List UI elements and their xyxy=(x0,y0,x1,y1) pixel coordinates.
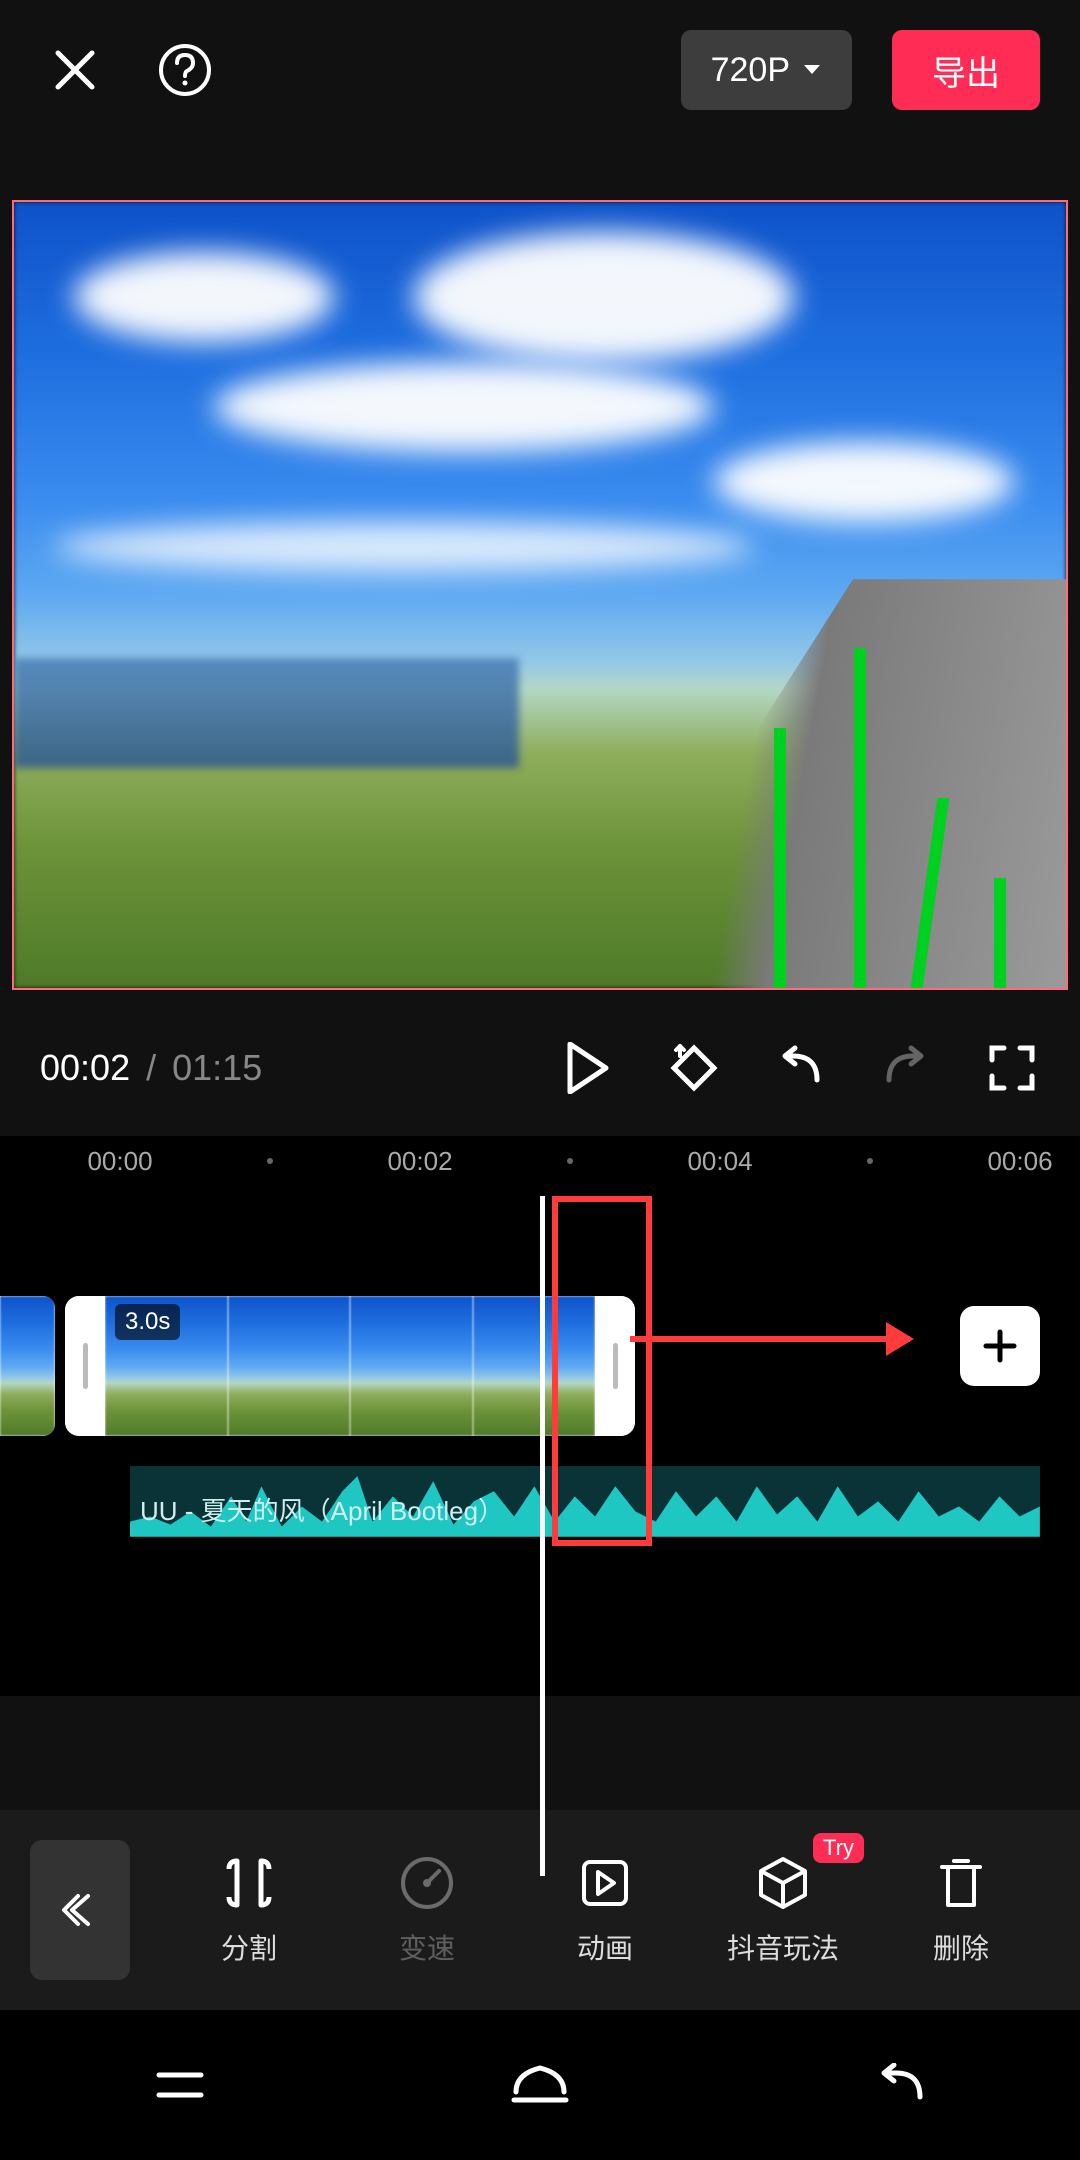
tool-split[interactable]: 分割 xyxy=(160,1853,338,1967)
undo-icon[interactable] xyxy=(772,1040,828,1096)
close-icon[interactable] xyxy=(40,35,110,105)
timeline[interactable]: 00:00 00:02 00:04 00:06 3.0s xyxy=(0,1136,1080,1696)
audio-label: UU - 夏天的风（April Bootleg） xyxy=(140,1491,504,1528)
resolution-select[interactable]: 720P xyxy=(681,30,852,110)
keyframe-icon[interactable] xyxy=(666,1040,722,1096)
clip-duration: 3.0s xyxy=(115,1304,180,1340)
current-time: 00:02 xyxy=(40,1047,130,1088)
time-display: 00:02 / 01:15 xyxy=(40,1047,262,1089)
nav-back-icon[interactable] xyxy=(865,2050,935,2120)
cube-icon xyxy=(753,1853,813,1913)
video-clip[interactable]: 3.0s xyxy=(65,1296,635,1436)
tool-delete[interactable]: 删除 xyxy=(872,1853,1050,1967)
time-ruler: 00:00 00:02 00:04 00:06 xyxy=(0,1136,1080,1186)
annotation-highlight xyxy=(552,1196,652,1546)
annotation-arrow xyxy=(630,1336,910,1342)
help-icon[interactable] xyxy=(150,35,220,105)
tool-douyin[interactable]: Try 抖音玩法 xyxy=(694,1853,872,1967)
add-clip-button[interactable] xyxy=(960,1306,1040,1386)
play-icon[interactable] xyxy=(560,1040,616,1096)
clip-prev-stub[interactable] xyxy=(0,1296,55,1436)
split-icon xyxy=(219,1853,279,1913)
fullscreen-icon[interactable] xyxy=(984,1040,1040,1096)
tool-speed[interactable]: 变速 xyxy=(338,1853,516,1967)
try-badge: Try xyxy=(813,1833,864,1863)
nav-menu-icon[interactable] xyxy=(145,2050,215,2120)
trash-icon xyxy=(931,1853,991,1913)
nav-home-icon[interactable] xyxy=(505,2050,575,2120)
playhead[interactable] xyxy=(540,1196,545,1876)
resolution-label: 720P xyxy=(711,51,790,90)
collapse-tools-button[interactable] xyxy=(30,1840,130,1980)
redo-icon[interactable] xyxy=(878,1040,934,1096)
system-nav-bar xyxy=(0,2010,1080,2160)
video-preview[interactable] xyxy=(12,200,1068,990)
animation-icon xyxy=(575,1853,635,1913)
total-time: 01:15 xyxy=(172,1047,262,1088)
export-button[interactable]: 导出 xyxy=(892,30,1040,110)
clip-handle-left[interactable] xyxy=(65,1296,105,1436)
speed-icon xyxy=(397,1853,457,1913)
